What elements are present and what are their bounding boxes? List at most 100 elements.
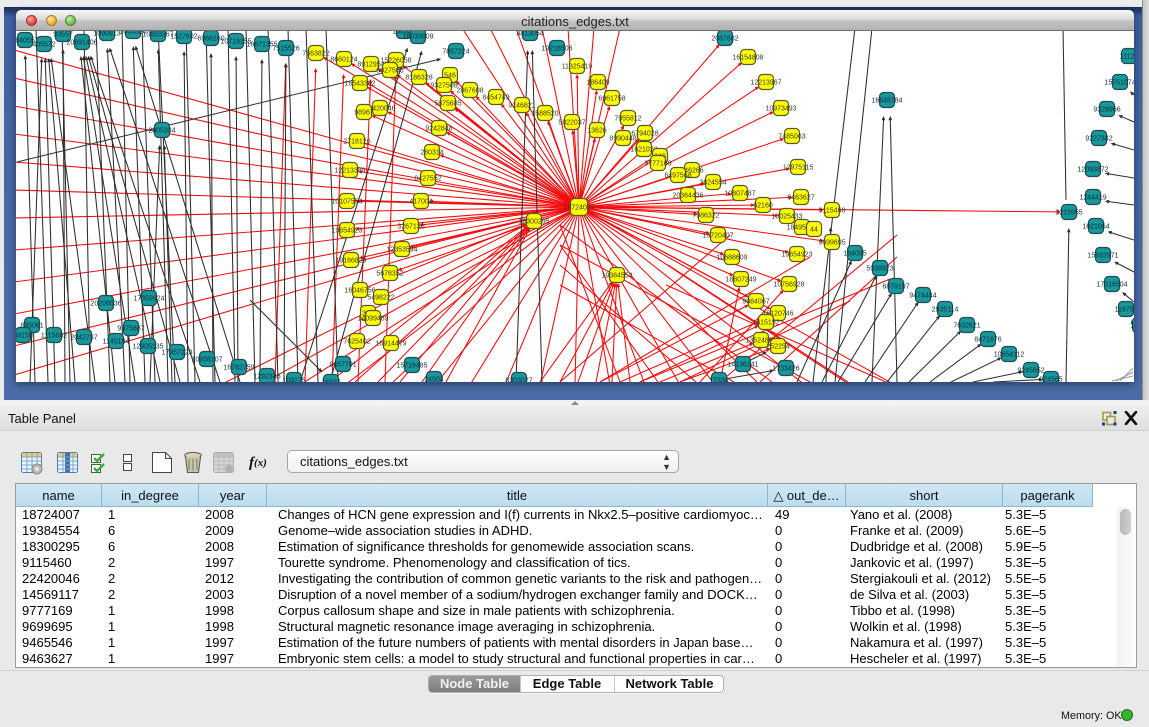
svg-text:16914479: 16914479 [375, 341, 406, 348]
svg-text:12213389: 12213389 [334, 168, 365, 175]
svg-text:9777169: 9777169 [644, 161, 671, 168]
svg-text:9827506: 9827506 [376, 68, 403, 75]
svg-text:11121: 11121 [1120, 54, 1134, 61]
svg-text:2867608: 2867608 [456, 88, 483, 95]
svg-text:1292346: 1292346 [253, 374, 280, 381]
svg-text:16782759: 16782759 [223, 365, 254, 372]
svg-text:62160: 62160 [753, 203, 773, 210]
svg-text:109275: 109275 [282, 378, 305, 383]
svg-text:2935114: 2935114 [932, 307, 959, 314]
svg-text:8471676: 8471676 [974, 337, 1001, 344]
svg-text:19384554: 19384554 [601, 273, 632, 280]
svg-text:20206536: 20206536 [90, 301, 121, 308]
svg-text:16033809: 16033809 [402, 34, 433, 41]
svg-text:8454749: 8454749 [482, 95, 509, 102]
svg-text:10807487: 10807487 [724, 191, 755, 198]
svg-text:5678352: 5678352 [376, 271, 403, 278]
svg-text:9227342: 9227342 [1085, 136, 1112, 143]
svg-text:7986322: 7986322 [692, 213, 719, 220]
svg-text:1090913: 1090913 [93, 31, 120, 38]
svg-text:20691406: 20691406 [66, 40, 97, 47]
svg-text:9329966: 9329966 [1093, 107, 1120, 114]
svg-text:1621064: 1621064 [1082, 224, 1109, 231]
svg-text:12353594: 12353594 [386, 247, 417, 254]
svg-text:6497568: 6497568 [664, 173, 691, 180]
svg-text:7632621: 7632621 [953, 323, 980, 330]
svg-text:15716485: 15716485 [396, 363, 427, 370]
svg-text:93557: 93557 [53, 32, 73, 39]
svg-text:1115682: 1115682 [41, 333, 67, 340]
svg-text:5498222: 5498222 [367, 295, 394, 302]
svg-text:19654923: 19654923 [781, 252, 812, 259]
svg-text:1527602: 1527602 [170, 34, 197, 41]
svg-text:10756928: 10756928 [773, 282, 804, 289]
svg-text:10653267: 10653267 [142, 32, 173, 39]
svg-text:18300295: 18300295 [518, 219, 549, 226]
svg-text:39159: 39159 [16, 333, 33, 340]
svg-text:1733426: 1733426 [772, 366, 799, 373]
svg-text:8813054: 8813054 [516, 31, 543, 38]
svg-text:16648784: 16648784 [871, 98, 902, 105]
svg-text:186409: 186409 [586, 80, 609, 87]
svg-text:6794028: 6794028 [631, 131, 658, 138]
svg-text:10973493: 10973493 [765, 106, 796, 113]
svg-text:405572: 405572 [32, 42, 55, 49]
svg-text:10958107: 10958107 [191, 357, 222, 364]
svg-text:9975887: 9975887 [117, 326, 144, 333]
svg-text:9115460: 9115460 [819, 208, 846, 215]
svg-text:3267130: 3267130 [397, 224, 424, 231]
svg-text:9457791: 9457791 [329, 362, 356, 369]
svg-text:10107554: 10107554 [331, 199, 362, 206]
svg-text:19218506: 19218506 [541, 46, 572, 53]
svg-text:20364436: 20364436 [672, 193, 703, 200]
svg-text:116753: 116753 [1115, 307, 1134, 314]
svg-text:5822037: 5822037 [558, 120, 585, 127]
svg-text:924565: 924565 [1039, 377, 1062, 383]
svg-text:9242848: 9242848 [425, 126, 452, 133]
svg-text:10688609: 10688609 [716, 255, 747, 262]
svg-text:417004: 417004 [409, 199, 432, 206]
svg-text:6961758: 6961758 [598, 96, 625, 103]
svg-text:98967: 98967 [354, 110, 374, 117]
svg-text:9463627: 9463627 [787, 195, 814, 202]
svg-text:7515526: 7515526 [272, 46, 299, 53]
svg-text:2042737: 2042737 [70, 335, 97, 342]
svg-text:13626: 13626 [587, 128, 607, 135]
svg-text:8427552: 8427552 [414, 176, 441, 183]
svg-text:1244419: 1244419 [1079, 195, 1106, 202]
svg-text:12975115: 12975115 [783, 165, 814, 172]
svg-text:164095: 164095 [843, 251, 866, 258]
svg-text:18807249: 18807249 [725, 277, 756, 284]
svg-text:18724007: 18724007 [563, 205, 594, 212]
svg-text:12905135: 12905135 [132, 344, 163, 351]
svg-text:9327508: 9327508 [430, 83, 457, 90]
svg-text:2905334: 2905334 [148, 128, 175, 135]
svg-text:2087682: 2087682 [711, 36, 738, 43]
svg-text:2718126: 2718126 [343, 139, 370, 146]
svg-text:8303027: 8303027 [505, 378, 532, 383]
svg-text:12213967: 12213967 [750, 80, 781, 87]
svg-text:1588520: 1588520 [531, 111, 558, 118]
svg-text:1145194: 1145194 [103, 339, 130, 346]
svg-text:9245652: 9245652 [1017, 368, 1044, 375]
svg-text:16927: 16927 [321, 380, 341, 383]
svg-text:14099489: 14099489 [357, 316, 388, 323]
svg-text:8660124: 8660124 [330, 57, 357, 64]
svg-text:19654923: 19654923 [331, 228, 362, 235]
svg-text:10654112: 10654112 [994, 352, 1025, 359]
svg-text:15720407: 15720407 [702, 233, 733, 240]
svg-text:19166829: 19166829 [335, 258, 366, 265]
svg-text:14136141: 14136141 [727, 362, 758, 369]
svg-text:5938923: 5938923 [866, 266, 893, 273]
svg-text:9084067: 9084067 [742, 299, 769, 306]
svg-text:1615152: 1615152 [752, 320, 779, 327]
svg-text:7625402: 7625402 [343, 339, 370, 346]
svg-text:9146821: 9146821 [508, 103, 535, 110]
svg-text:16046756: 16046756 [344, 288, 375, 295]
svg-text:252254: 252254 [766, 344, 789, 351]
svg-text:3215955: 3215955 [1055, 210, 1082, 217]
svg-text:15692971: 15692971 [1087, 253, 1118, 260]
svg-text:280314: 280314 [420, 150, 443, 157]
svg-text:(x): (x) [254, 457, 267, 469]
svg-text:3624554: 3624554 [699, 180, 726, 187]
